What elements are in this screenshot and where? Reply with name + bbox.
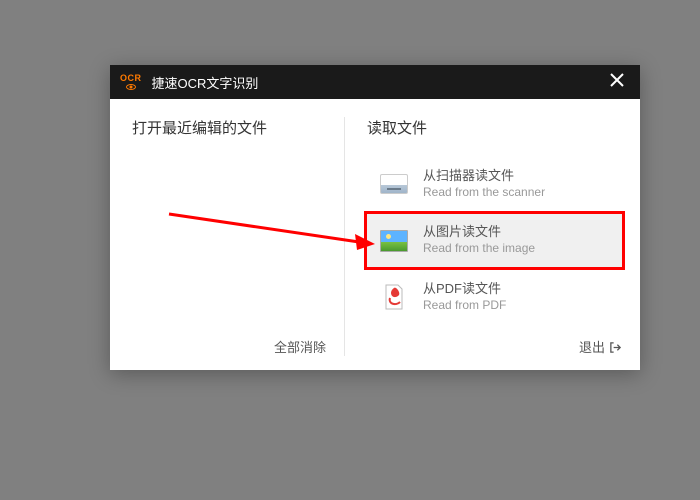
recent-files-list: [132, 154, 326, 327]
read-file-column: 读取文件 从扫描器读文件 Read from the scanner 从图片读文…: [345, 117, 640, 356]
read-from-scanner-option[interactable]: 从扫描器读文件 Read from the scanner: [367, 158, 622, 210]
option-label-zh: 从扫描器读文件: [423, 168, 545, 185]
option-label-zh: 从PDF读文件: [423, 281, 506, 298]
read-from-image-option[interactable]: 从图片读文件 Read from the image: [367, 214, 622, 266]
scanner-icon: [379, 171, 409, 197]
option-label-zh: 从图片读文件: [423, 224, 535, 241]
read-from-pdf-option[interactable]: 从PDF读文件 Read from PDF: [367, 271, 622, 323]
dialog-body: 打开最近编辑的文件 全部消除 读取文件 从扫描器读文件 Read from th…: [110, 99, 640, 370]
option-labels: 从图片读文件 Read from the image: [423, 224, 535, 256]
read-file-heading: 读取文件: [367, 117, 622, 138]
recent-files-heading: 打开最近编辑的文件: [132, 117, 326, 138]
option-label-en: Read from the scanner: [423, 185, 545, 201]
exit-icon: [609, 339, 622, 354]
option-label-en: Read from the image: [423, 241, 535, 257]
app-logo-icon: OCR: [120, 74, 142, 90]
option-labels: 从扫描器读文件 Read from the scanner: [423, 168, 545, 200]
option-label-en: Read from PDF: [423, 298, 506, 314]
recent-files-column: 打开最近编辑的文件 全部消除: [110, 117, 345, 356]
ocr-start-dialog: OCR 捷速OCR文字识别 打开最近编辑的文件 全部消除 读取文件 从: [110, 65, 640, 370]
window-title: 捷速OCR文字识别: [152, 73, 603, 92]
read-options-list: 从扫描器读文件 Read from the scanner 从图片读文件 Rea…: [367, 154, 622, 327]
close-button[interactable]: [602, 65, 632, 99]
image-icon: [379, 228, 409, 254]
titlebar: OCR 捷速OCR文字识别: [110, 65, 640, 99]
pdf-icon: [379, 284, 409, 310]
close-icon: [610, 73, 624, 92]
option-labels: 从PDF读文件 Read from PDF: [423, 281, 506, 313]
exit-link[interactable]: 退出: [579, 337, 605, 356]
clear-all-link[interactable]: 全部消除: [274, 337, 326, 356]
